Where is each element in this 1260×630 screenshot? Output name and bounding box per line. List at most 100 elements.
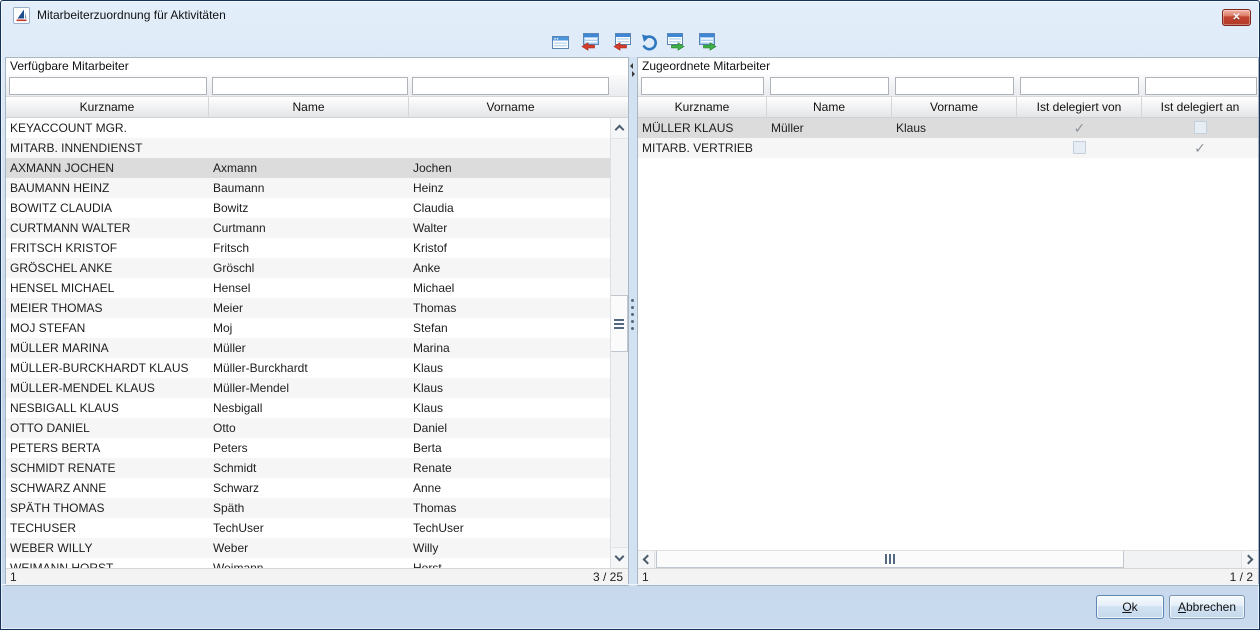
column-header-assigned-kurzname[interactable]: Kurzname bbox=[638, 97, 767, 118]
cell-name: Peters bbox=[209, 438, 409, 458]
table-row[interactable]: HENSEL MICHAELHenselMichael bbox=[6, 278, 610, 298]
scroll-left-button[interactable] bbox=[638, 551, 655, 568]
scroll-right-button[interactable] bbox=[1241, 551, 1258, 568]
column-header-vorname[interactable]: Vorname bbox=[409, 97, 612, 118]
chevron-down-icon bbox=[615, 552, 625, 562]
delegiert-an-checkbox[interactable]: ✓ bbox=[1194, 138, 1206, 158]
cell-name: Müller-Mendel bbox=[209, 378, 409, 398]
table-row[interactable]: MITARB. VERTRIEB✓ bbox=[638, 138, 1258, 158]
splitter-arrows[interactable] bbox=[630, 61, 635, 79]
column-header-delegiert-an[interactable]: Ist delegiert an bbox=[1142, 97, 1258, 118]
close-button[interactable]: ✕ bbox=[1222, 9, 1251, 26]
status-count: 3 / 25 bbox=[593, 569, 623, 585]
cell-kurzname: SPÄTH THOMAS bbox=[6, 498, 209, 518]
cell-name: Otto bbox=[209, 418, 409, 438]
table-row[interactable]: KEYACCOUNT MGR. bbox=[6, 118, 610, 138]
cell-name: TechUser bbox=[209, 518, 409, 538]
table-row[interactable]: SPÄTH THOMASSpäthThomas bbox=[6, 498, 610, 518]
cell-vorname: Berta bbox=[409, 438, 610, 458]
column-header-kurzname[interactable]: Kurzname bbox=[6, 97, 209, 118]
filter-assigned-vorname-input[interactable] bbox=[895, 77, 1014, 95]
assigned-table-header: Kurzname Name Vorname Ist delegiert von … bbox=[638, 97, 1258, 118]
assign-all-button[interactable] bbox=[696, 31, 718, 53]
toolbar bbox=[1, 29, 1259, 57]
table-row[interactable]: CURTMANN WALTERCurtmannWalter bbox=[6, 218, 610, 238]
cell-name: Schwarz bbox=[209, 478, 409, 498]
panel-splitter[interactable] bbox=[629, 57, 637, 586]
assigned-horizontal-scrollbar[interactable] bbox=[638, 550, 1258, 568]
table-row[interactable]: NESBIGALL KLAUSNesbigallKlaus bbox=[6, 398, 610, 418]
table-row[interactable]: MOJ STEFANMojStefan bbox=[6, 318, 610, 338]
cell-name: Müller-Burckhardt bbox=[209, 358, 409, 378]
delegiert-von-checkbox[interactable] bbox=[1073, 141, 1086, 154]
chevron-up-icon bbox=[615, 125, 625, 135]
filter-assigned-kurzname-input[interactable] bbox=[641, 77, 764, 95]
delegiert-an-checkbox[interactable] bbox=[1194, 121, 1207, 134]
cell-vorname: Claudia bbox=[409, 198, 610, 218]
table-row[interactable]: FRITSCH KRISTOFFritschKristof bbox=[6, 238, 610, 258]
table-row[interactable]: MÜLLER-BURCKHARDT KLAUSMüller-Burckhardt… bbox=[6, 358, 610, 378]
table-row[interactable]: SCHWARZ ANNESchwarzAnne bbox=[6, 478, 610, 498]
cell-kurzname: TECHUSER bbox=[6, 518, 209, 538]
cell-kurzname: BOWITZ CLAUDIA bbox=[6, 198, 209, 218]
unassign-selected-button[interactable] bbox=[612, 31, 634, 53]
ok-button[interactable]: Ok bbox=[1096, 595, 1164, 619]
available-panel: Verfügbare Mitarbeiter Kurzname Name Vor… bbox=[5, 57, 629, 586]
table-row[interactable]: MÜLLER KLAUSMüllerKlaus✓ bbox=[638, 118, 1258, 138]
table-row[interactable]: BOWITZ CLAUDIABowitzClaudia bbox=[6, 198, 610, 218]
scroll-down-button[interactable] bbox=[611, 547, 628, 568]
column-header-delegiert-von[interactable]: Ist delegiert von bbox=[1017, 97, 1142, 118]
cell-name: Moj bbox=[209, 318, 409, 338]
title-bar[interactable]: Mitarbeiterzuordnung für Aktivitäten ✕ bbox=[1, 1, 1259, 29]
undo-button[interactable] bbox=[638, 31, 660, 53]
table-row[interactable]: MÜLLER MARINAMüllerMarina bbox=[6, 338, 610, 358]
table-row[interactable]: MITARB. INNENDIENST bbox=[6, 138, 610, 158]
column-header-assigned-vorname[interactable]: Vorname bbox=[892, 97, 1017, 118]
cell-vorname: Jochen bbox=[409, 158, 610, 178]
cell-name: Müller bbox=[767, 118, 892, 138]
status-row-indicator: 1 bbox=[10, 569, 17, 585]
scroll-up-button[interactable] bbox=[611, 118, 628, 139]
cell-vorname: Anne bbox=[409, 478, 610, 498]
sail-logo-icon bbox=[14, 8, 29, 23]
assign-selected-icon bbox=[665, 32, 685, 52]
hgrip-icon bbox=[885, 554, 895, 564]
cell-vorname: Thomas bbox=[409, 498, 610, 518]
assigned-filter-row bbox=[638, 75, 1258, 97]
table-row[interactable]: GRÖSCHEL ANKEGröschlAnke bbox=[6, 258, 610, 278]
filter-assigned-name-input[interactable] bbox=[770, 77, 889, 95]
chevron-right-icon bbox=[1244, 555, 1254, 565]
table-row[interactable]: SCHMIDT RENATESchmidtRenate bbox=[6, 458, 610, 478]
filter-delegiert-von-input[interactable] bbox=[1020, 77, 1139, 95]
available-vertical-scrollbar[interactable] bbox=[610, 118, 628, 568]
cell-vorname bbox=[892, 138, 1017, 158]
cell-kurzname: FRITSCH KRISTOF bbox=[6, 238, 209, 258]
filter-name-input[interactable] bbox=[212, 77, 408, 95]
scrollbar-thumb[interactable] bbox=[611, 295, 628, 352]
filter-delegiert-an-input[interactable] bbox=[1145, 77, 1257, 95]
table-row[interactable]: OTTO DANIELOttoDaniel bbox=[6, 418, 610, 438]
cell-vorname: Horst bbox=[409, 558, 610, 568]
assign-selected-button[interactable] bbox=[664, 31, 686, 53]
delegiert-von-checkbox[interactable]: ✓ bbox=[1074, 118, 1086, 138]
table-row[interactable]: WEIMANN HORSTWeimannHorst bbox=[6, 558, 610, 568]
cell-name: Schmidt bbox=[209, 458, 409, 478]
window-settings-button[interactable] bbox=[549, 31, 571, 53]
table-row[interactable]: PETERS BERTAPetersBerta bbox=[6, 438, 610, 458]
table-row[interactable]: MEIER THOMASMeierThomas bbox=[6, 298, 610, 318]
filter-vorname-input[interactable] bbox=[412, 77, 609, 95]
unassign-selected-icon bbox=[613, 32, 633, 52]
table-row[interactable]: BAUMANN HEINZBaumannHeinz bbox=[6, 178, 610, 198]
cell-name: Curtmann bbox=[209, 218, 409, 238]
table-row[interactable]: AXMANN JOCHENAxmannJochen bbox=[6, 158, 610, 178]
hscrollbar-thumb[interactable] bbox=[656, 551, 1124, 568]
table-row[interactable]: TECHUSERTechUserTechUser bbox=[6, 518, 610, 538]
cancel-button[interactable]: Abbrechen bbox=[1169, 595, 1245, 619]
table-row[interactable]: MÜLLER-MENDEL KLAUSMüller-MendelKlaus bbox=[6, 378, 610, 398]
column-header-assigned-name[interactable]: Name bbox=[767, 97, 892, 118]
table-row[interactable]: WEBER WILLYWeberWilly bbox=[6, 538, 610, 558]
cell-kurzname: MÜLLER-MENDEL KLAUS bbox=[6, 378, 209, 398]
filter-kurzname-input[interactable] bbox=[9, 77, 207, 95]
column-header-name[interactable]: Name bbox=[209, 97, 409, 118]
unassign-all-button[interactable] bbox=[580, 31, 602, 53]
